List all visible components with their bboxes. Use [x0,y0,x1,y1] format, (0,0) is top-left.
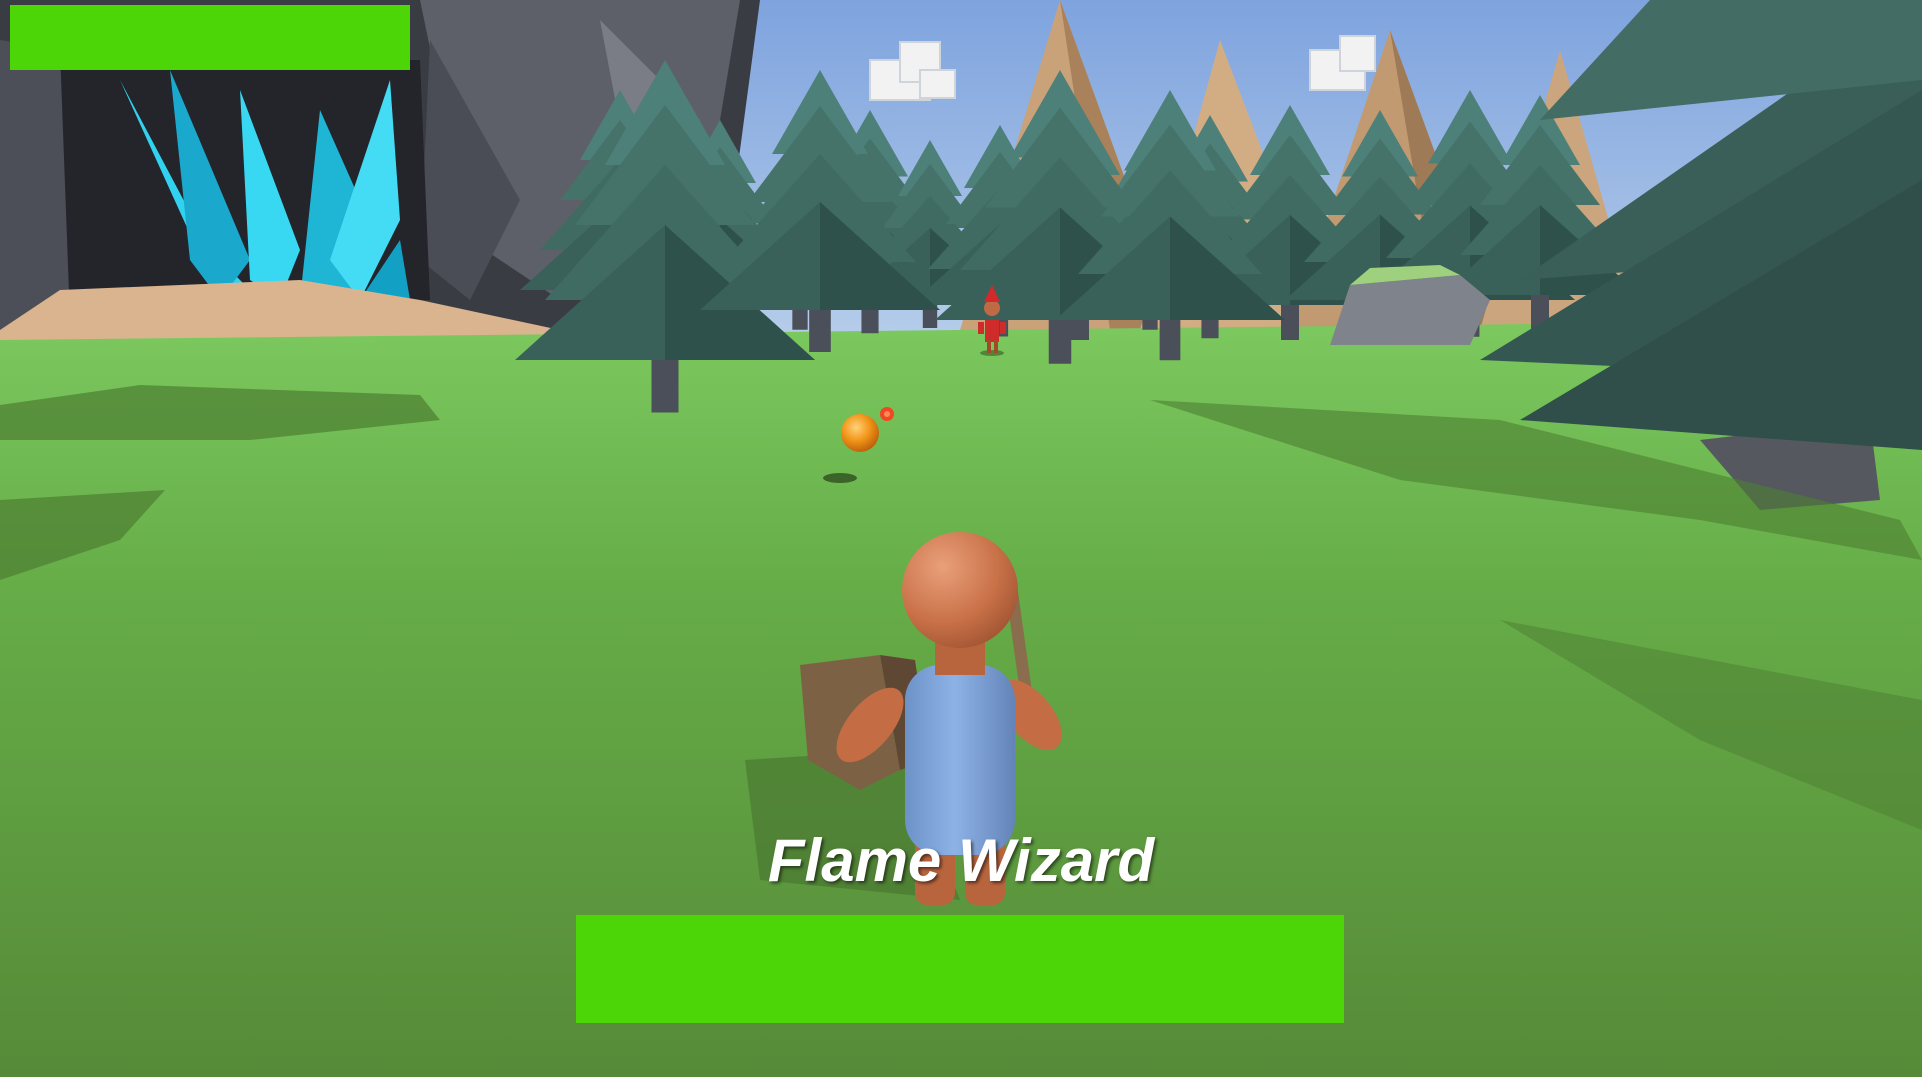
player-health-bar [10,5,410,70]
game-viewport[interactable]: Flame Wizard [0,0,1922,1077]
player-health-fill [10,5,410,70]
boss-health-bar [576,915,1344,1023]
boss-name-label: Flame Wizard [767,827,1155,894]
boss-health-fill [576,915,1344,1023]
